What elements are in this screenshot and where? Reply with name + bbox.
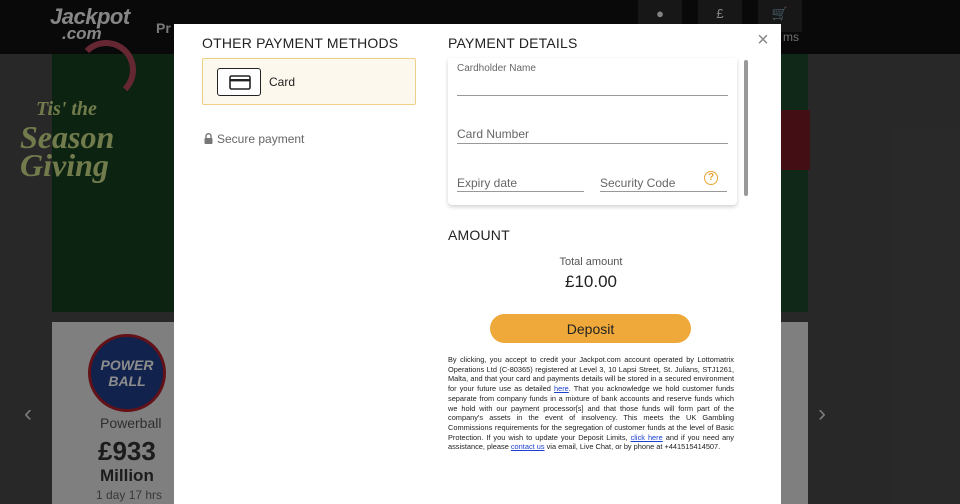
close-icon[interactable]: × xyxy=(754,30,772,50)
secure-payment-text: Secure payment xyxy=(217,132,305,146)
secure-payment-note: Secure payment xyxy=(204,132,304,147)
help-icon[interactable]: ? xyxy=(704,171,718,185)
contact-us-link[interactable]: contact us xyxy=(511,442,545,451)
total-amount-label: Total amount xyxy=(559,256,623,268)
deposit-limits-link[interactable]: click here xyxy=(631,433,663,442)
card-number-input[interactable] xyxy=(457,126,728,144)
form-scrollbar[interactable] xyxy=(744,60,748,196)
total-amount-value: £10.00 xyxy=(565,272,617,291)
legal-text-4: via email, Live Chat, or by phone at +44… xyxy=(544,442,721,452)
other-methods-title: OTHER PAYMENT METHODS xyxy=(202,35,399,51)
deposit-button[interactable]: Deposit xyxy=(490,314,691,343)
legal-disclaimer: By clicking, you accept to credit your J… xyxy=(448,355,734,452)
payment-details-title: PAYMENT DETAILS xyxy=(448,35,578,51)
payment-method-card[interactable]: Card xyxy=(202,58,416,105)
credit-card-icon xyxy=(217,68,261,96)
lock-icon xyxy=(204,133,213,147)
amount-title: AMOUNT xyxy=(448,227,510,243)
details-link[interactable]: here xyxy=(554,384,569,393)
payment-method-card-label: Card xyxy=(269,75,296,89)
expiry-date-input[interactable] xyxy=(457,174,584,192)
cardholder-name-input[interactable] xyxy=(457,78,728,96)
